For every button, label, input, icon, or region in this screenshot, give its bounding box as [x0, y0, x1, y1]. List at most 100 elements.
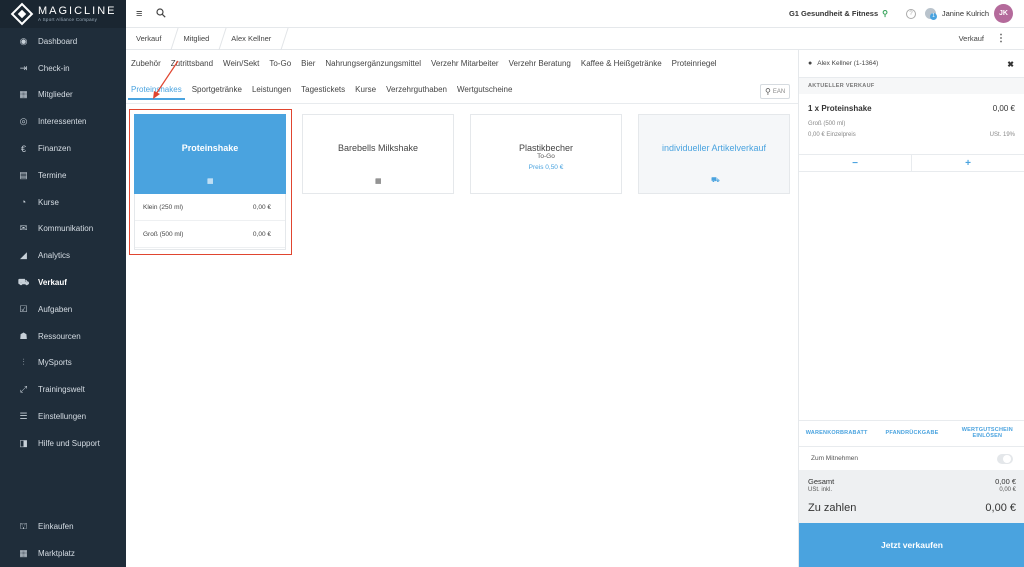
sidebar-item-aufgaben[interactable]: ☑ Aufgaben	[0, 296, 126, 323]
sidebar-item-label: Einstellungen	[38, 412, 87, 422]
sidebar-item-kurse[interactable]: ◔ Kurse	[0, 189, 126, 216]
product-name: individueller Artikelverkauf	[661, 143, 767, 153]
product-tile-barebells[interactable]: Barebells Milkshake ▦	[302, 114, 454, 194]
resources-icon: ☗	[19, 330, 28, 341]
cart-actions: WARENKORBRABATT PFANDRÜCKGABE WERTGUTSCH…	[799, 420, 1024, 444]
cart-icon: ⛟	[711, 177, 720, 184]
increase-button[interactable]: +	[911, 155, 1024, 171]
totals: Gesamt 0,00 € USt. inkl. 0,00 € Zu zahle…	[799, 470, 1024, 523]
mysports-icon: ⫶	[22, 357, 25, 368]
due-label: Zu zahlen	[808, 502, 857, 514]
category-tabs: Zubehör Zutrittsband Wein/Sekt To-Go Bier Nah…	[126, 50, 798, 102]
sidebar-item-verkauf[interactable]: ⛟ Verkauf	[0, 269, 126, 296]
brand-tagline: A Sport Alliance Company	[38, 17, 98, 22]
breadcrumb-item-verkauf[interactable]: Verkauf	[126, 28, 173, 50]
tax-value: 0,00 €	[999, 487, 1016, 493]
takeaway-toggle[interactable]	[997, 454, 1013, 464]
sidebar-item-label: Analytics	[38, 251, 71, 261]
tab-sportgetr-nke[interactable]: Sportgetränke	[192, 85, 242, 94]
decrease-button[interactable]: −	[799, 155, 911, 171]
product-tile-custom[interactable]: individueller Artikelverkauf ⛟	[638, 114, 790, 194]
sidebar-item-label: Mitglieder	[38, 90, 73, 100]
analytics-icon: ◢	[20, 250, 27, 261]
prospects-icon: ◎	[19, 116, 28, 127]
sidebar-item-trainingswelt[interactable]: ⤢ Trainingswelt	[0, 376, 126, 403]
cart-panel: ● Alex Kellner (1-1364) ✖ AKTUELLER VERK…	[798, 50, 1024, 567]
tax-label: USt. inkl.	[808, 487, 833, 493]
search-icon: ⚲	[765, 87, 771, 96]
user-name[interactable]: Janine Kulrich	[942, 9, 989, 18]
tab-kaffee-hei-getr-nke[interactable]: Kaffee & Heißgetränke	[581, 59, 662, 68]
sidebar-item-marktplatz[interactable]: ▦ Marktplatz	[0, 540, 126, 567]
sidebar-item-interessenten[interactable]: ◎ Interessenten	[0, 108, 126, 135]
tab-kurse[interactable]: Kurse	[355, 85, 376, 94]
training-icon: ⤢	[19, 384, 28, 395]
cart-discount-button[interactable]: WARENKORBRABATT	[799, 421, 874, 444]
sidebar-item-label: Marktplatz	[38, 549, 75, 559]
sidebar-item-termine[interactable]: ▤ Termine	[0, 162, 126, 189]
tab-verzehr-beratung[interactable]: Verzehr Beratung	[509, 59, 571, 68]
sidebar-item-label: Verkauf	[38, 278, 67, 288]
product-sub: To-Go	[537, 153, 555, 160]
sidebar-item-label: Finanzen	[38, 144, 71, 154]
sidebar-item-kommunikation[interactable]: ✉ Kommunikation	[0, 216, 126, 243]
breadcrumb-item-member[interactable]: Alex Kellner	[221, 28, 283, 50]
category-row-1: Zubehör Zutrittsband Wein/Sekt To-Go Bier Nah…	[126, 50, 798, 76]
sidebar-item-label: Check-in	[38, 63, 70, 73]
ean-placeholder: EAN	[772, 88, 786, 95]
takeaway-row: Zum Mitnehmen	[799, 446, 1024, 470]
sidebar-item-label: Hilfe und Support	[38, 438, 100, 448]
help-icon[interactable]: ?	[906, 8, 916, 19]
cart-item-tax: USt. 19%	[989, 132, 1015, 138]
sidebar-item-analytics[interactable]: ◢ Analytics	[0, 242, 126, 269]
ean-search-input[interactable]: ⚲ EAN	[760, 84, 790, 99]
category-row-2: Proteinshakes Sportgetränke Leistungen Tage…	[126, 76, 798, 102]
sidebar-item-mysports[interactable]: ⫶ MySports	[0, 350, 126, 377]
sidebar-item-label: Kommunikation	[38, 224, 94, 234]
sell-now-button[interactable]: Jetzt verkaufen	[799, 523, 1024, 567]
sidebar-item-mitglieder[interactable]: ▦ Mitglieder	[0, 82, 126, 109]
cart-item-name: 1 x Proteinshake	[808, 104, 872, 113]
search-icon[interactable]	[156, 7, 167, 20]
notification-icon[interactable]: 1	[925, 8, 937, 20]
sidebar-item-einstellungen[interactable]: ☰ Einstellungen	[0, 403, 126, 430]
tab-nahrungserg-nzungsmittel[interactable]: Nahrungsergänzungsmittel	[325, 59, 421, 68]
deposit-return-button[interactable]: PFANDRÜCKGABE	[874, 421, 949, 444]
studio-selector[interactable]: G1 Gesundheit & Fitness ⚲	[789, 9, 888, 18]
tab-wertgutscheine[interactable]: Wertgutscheine	[457, 85, 512, 94]
tab-verzehrguthaben[interactable]: Verzehrguthaben	[386, 85, 447, 94]
cart-item: 1 x Proteinshake 0,00 € Groß (500 ml) 0,…	[799, 94, 1024, 154]
takeaway-label: Zum Mitnehmen	[811, 455, 858, 462]
cart-item-variant: Groß (500 ml)	[808, 121, 846, 127]
sidebar-item-check-in[interactable]: ⇥ Check-in	[0, 55, 126, 82]
close-icon[interactable]: ✖	[1007, 60, 1014, 69]
brand-logo[interactable]: MAGICLINE A Sport Alliance Company	[0, 0, 126, 28]
divider	[126, 103, 798, 104]
sidebar-item-label: MySports	[38, 358, 72, 368]
menu-icon[interactable]: ≡	[136, 8, 142, 20]
tab-verzehr-mitarbeiter[interactable]: Verzehr Mitarbeiter	[431, 59, 499, 68]
customer-name: Alex Kellner (1-1364)	[817, 60, 879, 67]
logo-icon	[10, 2, 34, 26]
studio-name: G1 Gesundheit & Fitness	[788, 9, 879, 18]
more-options-icon[interactable]: ⋮	[996, 33, 1006, 44]
sidebar-item-dashboard[interactable]: ◉ Dashboard	[0, 28, 126, 55]
sidebar-item-hilfe-und-support[interactable]: ◨ Hilfe und Support	[0, 430, 126, 457]
product-tile-plastikbecher[interactable]: Plastikbecher To-Go Preis 0,50 €	[470, 114, 622, 194]
sidebar-item-ressourcen[interactable]: ☗ Ressourcen	[0, 323, 126, 350]
tab-wein-sekt[interactable]: Wein/Sekt	[223, 59, 259, 68]
sidebar-nav: ◉ Dashboard ⇥ Check-in ▦ Mitglieder ◎ Interesse…	[0, 28, 126, 457]
sidebar-item-einkaufen[interactable]: ⛫ Einkaufen	[0, 513, 126, 540]
redeem-voucher-button[interactable]: WERTGUTSCHEIN EINLÖSEN	[950, 421, 1024, 444]
tab-proteinriegel[interactable]: Proteinriegel	[672, 59, 717, 68]
tab-bier[interactable]: Bier	[301, 59, 315, 68]
breadcrumb-item-mitglied[interactable]: Mitglied	[173, 28, 221, 50]
tab-to-go[interactable]: To-Go	[269, 59, 291, 68]
tab-leistungen[interactable]: Leistungen	[252, 85, 291, 94]
sidebar-item-finanzen[interactable]: € Finanzen	[0, 135, 126, 162]
avatar[interactable]: JK	[994, 4, 1013, 23]
context-label: Verkauf	[958, 34, 984, 43]
tab-tagestickets[interactable]: Tagestickets	[301, 85, 345, 94]
top-bar: ≡ G1 Gesundheit & Fitness ⚲ ? 1 Janine K…	[126, 0, 1024, 28]
cart-item-price: 0,00 €	[992, 104, 1015, 113]
